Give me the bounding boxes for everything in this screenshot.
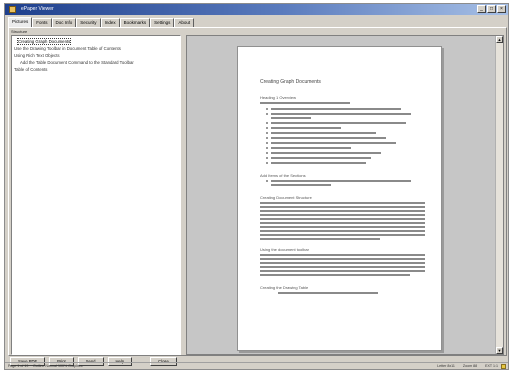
app-window: ePaper Viewer _ □ × Pictures Fonts Doc I… [4,3,509,370]
toc-item[interactable]: Creating Graph Documents [16,38,72,45]
status-indicator-icon [501,364,506,369]
tab-fonts[interactable]: Fonts [32,18,52,27]
structure-label: Structure [11,29,28,34]
status-right: Letter 8x11 Zoom 88 EXT 1:1 [437,363,498,370]
tab-security[interactable]: Security [76,18,101,27]
status-zoom: Zoom 88 [462,364,478,368]
window-controls: _ □ × [477,5,506,13]
close-button[interactable]: × [497,5,506,13]
tab-bar: Pictures Fonts Doc Info Security Index B… [8,17,195,27]
document-heading: Creating Document Structure [260,195,312,200]
scroll-down-icon[interactable]: ▼ [496,347,503,354]
tab-panel: Structure Creating Graph Documents Use t… [8,27,507,356]
tab-bookmarks[interactable]: Bookmarks [119,18,151,27]
document-heading: Add Items of the Sections [260,173,306,178]
document-heading: Using the document toolbar [260,247,309,252]
vertical-scrollbar[interactable]: ▲ ▼ [495,36,503,354]
status-info: Outline Normal 100% Graphics [33,364,83,368]
scroll-up-icon[interactable]: ▲ [496,36,503,43]
toc-item[interactable]: Table of Contents [14,67,47,72]
maximize-button[interactable]: □ [487,5,496,13]
tab-pictures[interactable]: Pictures [8,17,33,27]
status-bar: Page 1 of 19 Outline Normal 100% Graphic… [5,362,508,370]
toc-item[interactable]: Using Rich Text Objects [14,53,60,58]
document-title: Creating Graph Documents [260,79,321,85]
tab-about[interactable]: About [174,18,195,27]
toc-item[interactable]: Use the Drawing Toolbar in Document Tabl… [14,46,121,51]
window-title: ePaper Viewer [21,6,54,12]
status-paper: Letter 8x11 [437,364,455,368]
toc-tree[interactable]: Creating Graph Documents Use the Drawing… [11,35,181,355]
app-icon [9,6,16,13]
status-ext: EXT 1:1 [485,364,498,368]
tab-doc-info[interactable]: Doc Info [51,18,77,27]
tab-index[interactable]: Index [100,18,120,27]
document-heading: Heading 1 Overview [260,95,297,100]
document-heading: Creating the Drawing Table [260,285,309,290]
page-preview[interactable]: Creating Graph Documents Heading 1 Overv… [186,35,504,355]
toc-item[interactable]: Add the Table Document Command to the St… [20,60,134,65]
minimize-button[interactable]: _ [477,5,486,13]
tab-settings[interactable]: Settings [150,18,175,27]
title-bar[interactable]: ePaper Viewer _ □ × [5,4,508,15]
status-page: Page 1 of 19 [8,364,29,368]
document-page: Creating Graph Documents Heading 1 Overv… [237,46,442,351]
